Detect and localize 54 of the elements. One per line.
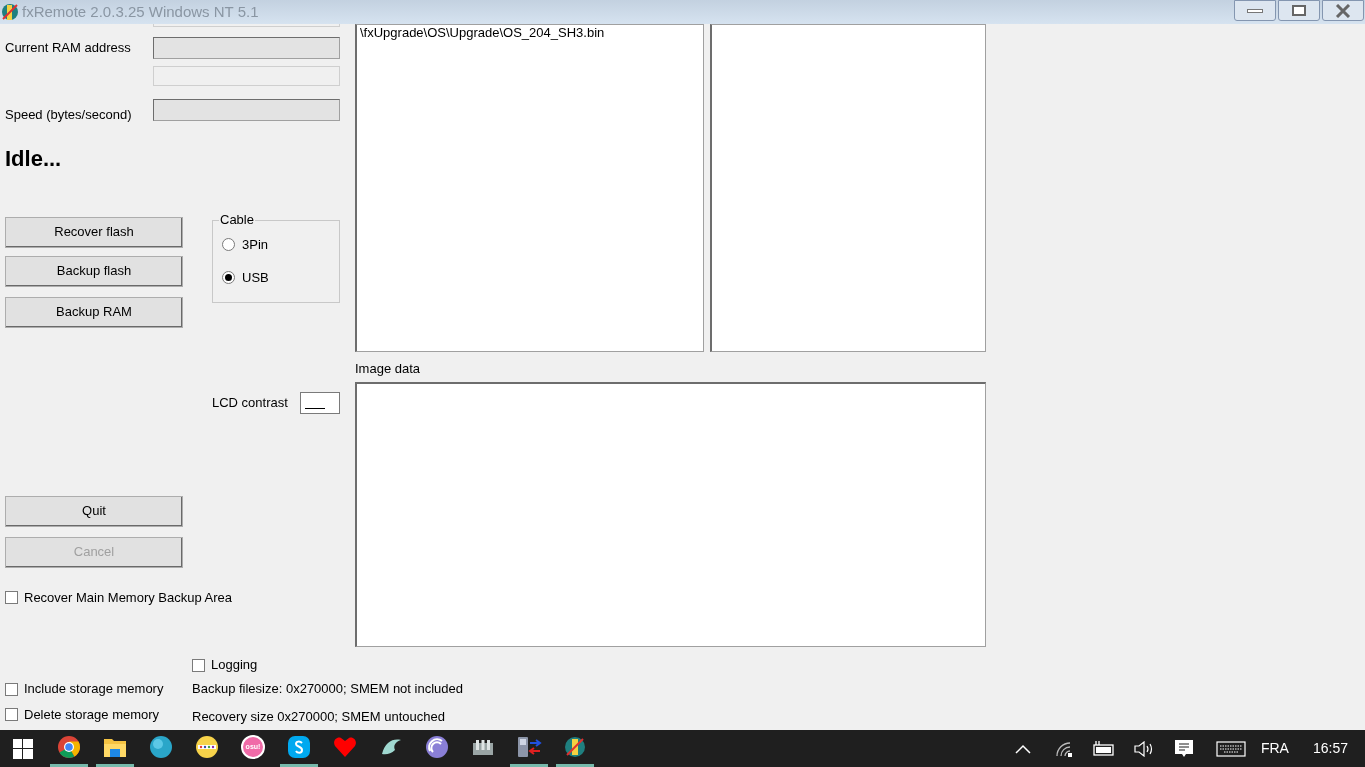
maximize-button[interactable] bbox=[1278, 0, 1320, 21]
speaker-icon[interactable] bbox=[1133, 740, 1154, 757]
info-text: Recovery size 0x270000; SMEM untouched bbox=[192, 708, 445, 726]
file-list[interactable]: \fxUpgrade\OS\Upgrade\OS_204_SH3.bin bbox=[355, 24, 704, 352]
keyboard-icon[interactable] bbox=[1215, 740, 1246, 757]
radio-label: 3Pin bbox=[242, 235, 269, 254]
text-field[interactable] bbox=[300, 391, 340, 414]
text-field[interactable] bbox=[153, 98, 340, 121]
clock[interactable]: 16:57 bbox=[1312, 738, 1348, 759]
checkbox-label: Delete storage memory bbox=[24, 706, 160, 724]
folder-icon[interactable] bbox=[103, 736, 127, 758]
radio-button[interactable] bbox=[222, 237, 235, 251]
push-button[interactable]: Quit bbox=[5, 495, 183, 527]
heart-icon[interactable] bbox=[333, 736, 357, 758]
wifi-icon[interactable] bbox=[1054, 740, 1073, 757]
notification-icon[interactable] bbox=[1173, 738, 1194, 759]
browser-icon[interactable] bbox=[57, 735, 81, 759]
window-title: fxRemote 2.0.3.25 Windows NT 5.1 bbox=[22, 1, 259, 22]
minimize-button[interactable] bbox=[1234, 0, 1276, 21]
dots-icon[interactable] bbox=[195, 735, 219, 759]
phone-transfer-icon[interactable] bbox=[516, 735, 542, 759]
close-icon bbox=[1335, 3, 1351, 18]
checkbox-label: Include storage memory bbox=[24, 680, 164, 699]
checkbox[interactable] bbox=[192, 658, 205, 672]
field-label: LCD contrast bbox=[212, 393, 289, 412]
status-text: Idle... bbox=[5, 144, 62, 173]
app-logo-icon[interactable] bbox=[563, 735, 587, 759]
push-button[interactable]: Backup RAM bbox=[5, 296, 183, 328]
app-logo-icon bbox=[1, 2, 19, 22]
checkbox[interactable] bbox=[5, 708, 18, 722]
ball-icon[interactable] bbox=[149, 735, 173, 759]
radio-label: USB bbox=[242, 269, 269, 287]
bars-icon[interactable] bbox=[471, 737, 495, 757]
torrent-icon[interactable] bbox=[425, 735, 449, 759]
checkbox[interactable] bbox=[5, 591, 18, 604]
info-text: Backup filesize: 0x270000; SMEM not included bbox=[192, 680, 463, 699]
list-item[interactable]: \fxUpgrade\OS\Upgrade\OS_204_SH3.bin bbox=[360, 25, 700, 40]
battery-icon[interactable] bbox=[1092, 740, 1115, 757]
chevron-up-icon[interactable] bbox=[1014, 743, 1031, 754]
radio-button[interactable] bbox=[222, 271, 235, 285]
field-label: Speed (bytes/second) bbox=[5, 106, 133, 124]
group-title: Cable bbox=[219, 212, 255, 227]
push-button[interactable]: Recover flash bbox=[5, 216, 183, 248]
close-button[interactable] bbox=[1322, 0, 1364, 21]
checkbox-label: Recover Main Memory Backup Area bbox=[24, 588, 233, 607]
skype-icon[interactable] bbox=[288, 736, 310, 758]
field-label: Current RAM address bbox=[5, 39, 132, 58]
windows-start-icon[interactable] bbox=[13, 738, 33, 759]
push-button[interactable]: Backup flash bbox=[5, 255, 183, 287]
text-field[interactable] bbox=[153, 37, 340, 59]
checkbox[interactable] bbox=[5, 682, 18, 696]
area-label: Image data bbox=[355, 361, 421, 377]
checkbox-label: Logging bbox=[211, 656, 258, 675]
language-indicator[interactable]: FRA bbox=[1260, 738, 1289, 759]
